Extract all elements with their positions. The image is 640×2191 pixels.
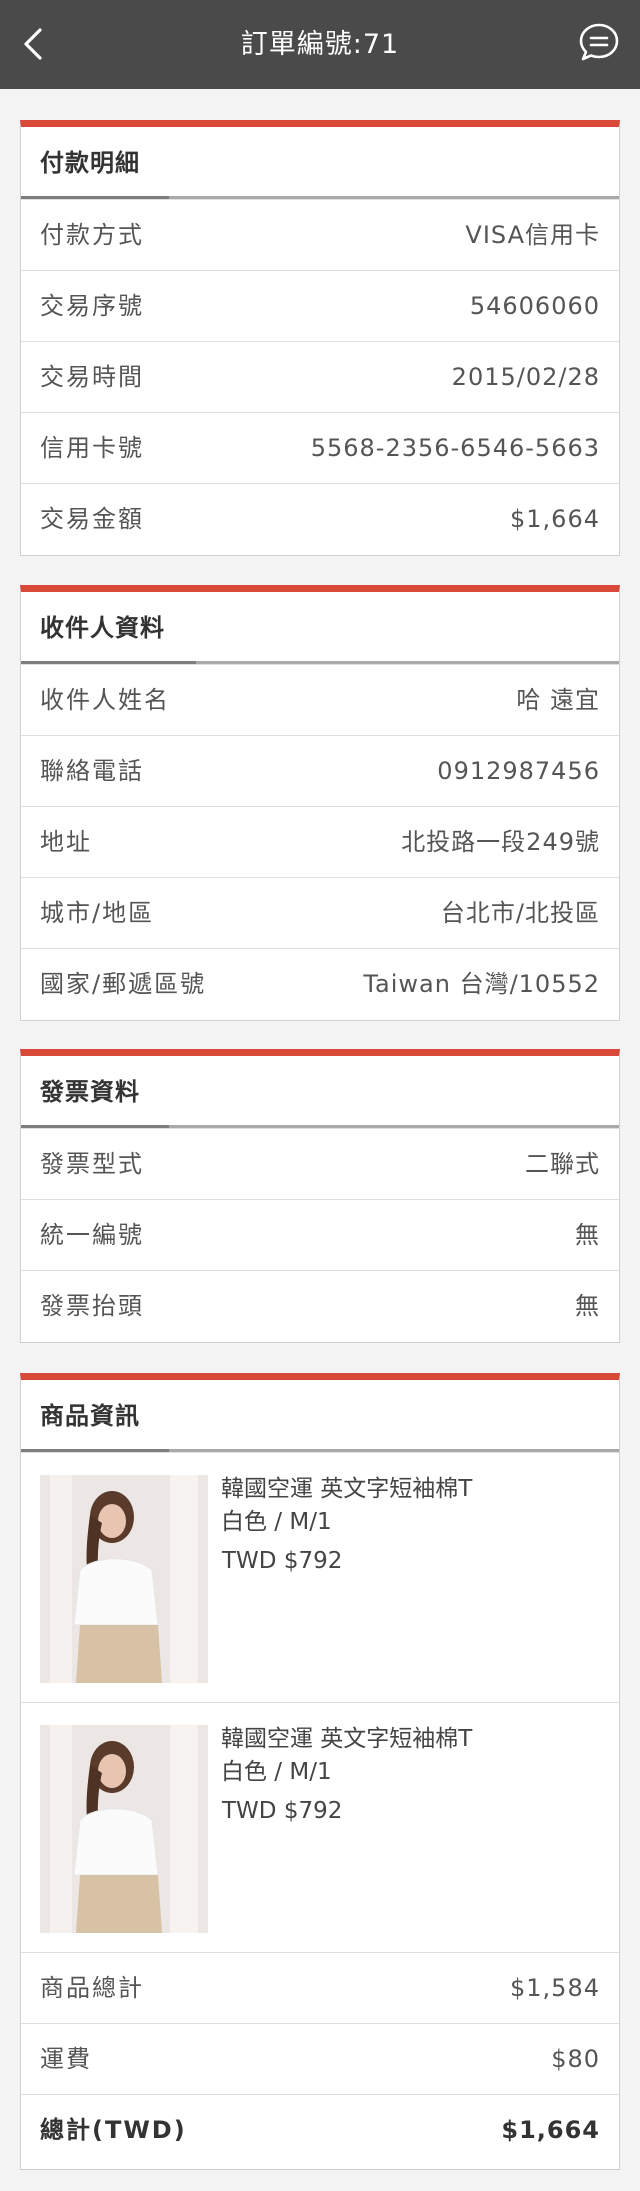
row-label: 城市/地區 bbox=[40, 899, 155, 927]
row-value: 2015/02/28 bbox=[451, 363, 600, 391]
row-value: 台北市/北投區 bbox=[440, 899, 600, 927]
row-label: 聯絡電話 bbox=[40, 757, 144, 785]
row-label: 付款方式 bbox=[40, 221, 144, 249]
row-label: 總計(TWD) bbox=[40, 2116, 187, 2144]
invoice-row-type: 發票型式 二聯式 bbox=[21, 1128, 619, 1199]
summary-row-subtotal: 商品總計 $1,584 bbox=[21, 1952, 619, 2023]
row-label: 收件人姓名 bbox=[40, 686, 170, 714]
product-spec: 白色 / M/1 bbox=[221, 1509, 332, 1535]
product-name[interactable]: 韓國空運 英文字短袖棉T bbox=[221, 1723, 472, 1755]
recipient-header: 收件人資料 bbox=[21, 592, 619, 664]
row-value: VISA信用卡 bbox=[465, 221, 600, 249]
payment-row-method: 付款方式 VISA信用卡 bbox=[21, 199, 619, 270]
row-value: $1,584 bbox=[510, 1974, 600, 2002]
product-image[interactable] bbox=[40, 1725, 208, 1933]
row-label: 地址 bbox=[40, 828, 92, 856]
page-title: 訂單編號:71 bbox=[240, 29, 400, 60]
payment-title: 付款明細 bbox=[40, 149, 140, 177]
recipient-row-phone: 聯絡電話 0912987456 bbox=[21, 735, 619, 806]
row-label: 信用卡號 bbox=[40, 434, 144, 462]
row-label: 統一編號 bbox=[40, 1221, 144, 1249]
row-value: $1,664 bbox=[510, 505, 600, 533]
payment-row-amount: 交易金額 $1,664 bbox=[21, 483, 619, 554]
row-label: 發票抬頭 bbox=[40, 1292, 144, 1320]
invoice-title: 發票資料 bbox=[40, 1078, 140, 1106]
row-label: 交易金額 bbox=[40, 505, 144, 533]
product-item[interactable]: 韓國空運 英文字短袖棉T 白色 / M/1 TWD $792 bbox=[21, 1702, 619, 1952]
products-header: 商品資訊 bbox=[21, 1380, 619, 1452]
products-title: 商品資訊 bbox=[40, 1402, 140, 1430]
product-price: TWD $792 bbox=[222, 1798, 343, 1824]
invoice-row-tax-id: 統一編號 無 bbox=[21, 1199, 619, 1270]
row-value: 0912987456 bbox=[437, 757, 600, 785]
product-spec: 白色 / M/1 bbox=[221, 1759, 332, 1785]
recipient-row-city: 城市/地區 台北市/北投區 bbox=[21, 877, 619, 948]
row-label: 發票型式 bbox=[40, 1150, 144, 1178]
recipient-title: 收件人資料 bbox=[40, 614, 165, 642]
row-value: 北投路一段249號 bbox=[401, 828, 600, 856]
summary-row-shipping: 運費 $80 bbox=[21, 2023, 619, 2094]
row-value: 54606060 bbox=[469, 292, 600, 320]
recipient-row-country: 國家/郵遞區號 Taiwan 台灣/10552 bbox=[21, 948, 619, 1019]
row-value: 無 bbox=[575, 1221, 600, 1249]
row-value: 無 bbox=[575, 1292, 600, 1320]
row-label: 國家/郵遞區號 bbox=[40, 970, 207, 998]
row-value: 二聯式 bbox=[525, 1150, 600, 1178]
product-price: TWD $792 bbox=[222, 1548, 343, 1574]
row-label: 交易序號 bbox=[40, 292, 144, 320]
payment-row-serial: 交易序號 54606060 bbox=[21, 270, 619, 341]
invoice-row-header: 發票抬頭 無 bbox=[21, 1270, 619, 1341]
row-value: 哈 遠宜 bbox=[516, 686, 600, 714]
row-label: 交易時間 bbox=[40, 363, 144, 391]
payment-row-time: 交易時間 2015/02/28 bbox=[21, 341, 619, 412]
row-label: 商品總計 bbox=[40, 1974, 144, 2002]
products-card: 商品資訊 韓國空運 英文字短袖棉T 白色 / M/1 TWD $792 韓國空運… bbox=[20, 1373, 620, 2170]
invoice-header: 發票資料 bbox=[21, 1056, 619, 1128]
payment-card: 付款明細 付款方式 VISA信用卡 交易序號 54606060 交易時間 201… bbox=[20, 120, 620, 556]
payment-row-card-number: 信用卡號 5568-2356-6546-5663 bbox=[21, 412, 619, 483]
chat-bubble-icon[interactable] bbox=[578, 22, 620, 64]
recipient-row-address: 地址 北投路一段249號 bbox=[21, 806, 619, 877]
row-value: Taiwan 台灣/10552 bbox=[363, 970, 600, 998]
row-value: $1,664 bbox=[501, 2116, 600, 2144]
invoice-card: 發票資料 發票型式 二聯式 統一編號 無 發票抬頭 無 bbox=[20, 1049, 620, 1343]
summary-row-total: 總計(TWD) $1,664 bbox=[21, 2094, 619, 2165]
product-item[interactable]: 韓國空運 英文字短袖棉T 白色 / M/1 TWD $792 bbox=[21, 1452, 619, 1702]
row-value: $80 bbox=[551, 2045, 600, 2073]
row-value: 5568-2356-6546-5663 bbox=[310, 434, 600, 462]
recipient-row-name: 收件人姓名 哈 遠宜 bbox=[21, 664, 619, 735]
product-image[interactable] bbox=[40, 1475, 208, 1683]
payment-header: 付款明細 bbox=[21, 127, 619, 199]
top-bar: 訂單編號:71 bbox=[0, 0, 640, 89]
row-label: 運費 bbox=[40, 2045, 92, 2073]
product-name[interactable]: 韓國空運 英文字短袖棉T bbox=[221, 1473, 472, 1505]
recipient-card: 收件人資料 收件人姓名 哈 遠宜 聯絡電話 0912987456 地址 北投路一… bbox=[20, 585, 620, 1021]
